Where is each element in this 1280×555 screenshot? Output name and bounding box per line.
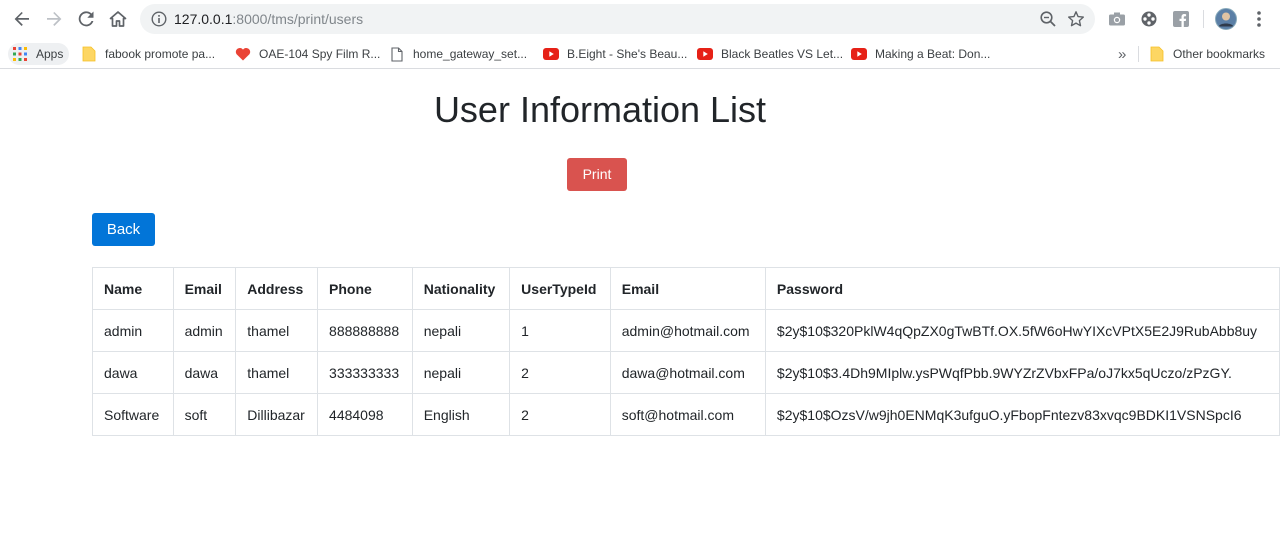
url-path: :8000/tms/print/users [232, 11, 364, 27]
bookmark-home-gateway[interactable]: home_gateway_set... [389, 43, 527, 65]
cell-address: Dillibazar [235, 393, 319, 436]
cell-email-user: admin [172, 309, 237, 352]
print-button[interactable]: Print [567, 158, 627, 191]
cell-name: Software [92, 393, 174, 436]
bookmark-label: B.Eight - She's Beau... [567, 47, 688, 61]
table-row: admin admin thamel 888888888 nepali 1 ad… [92, 309, 1280, 352]
column-header-password: Password [764, 267, 1280, 310]
bookmark-beight[interactable]: B.Eight - She's Beau... [543, 43, 687, 65]
bookmark-label: fabook promote pa... [105, 47, 216, 61]
column-header-address: Address [235, 267, 319, 310]
bookmarks-overflow-button[interactable]: » [1118, 43, 1126, 65]
cell-phone: 333333333 [317, 351, 413, 394]
youtube-icon [543, 46, 559, 62]
column-header-phone: Phone [317, 267, 413, 310]
heart-icon [235, 46, 251, 62]
cell-email: soft@hotmail.com [609, 393, 766, 436]
cell-usertypeid: 1 [509, 309, 611, 352]
bookmark-label: Making a Beat: Don... [875, 47, 991, 61]
apps-grid-icon [12, 46, 28, 62]
cell-usertypeid: 2 [509, 351, 611, 394]
cell-phone: 4484098 [317, 393, 413, 436]
page-icon [389, 46, 405, 62]
column-header-name: Name [92, 267, 174, 310]
back-arrow-icon[interactable] [10, 7, 34, 31]
cell-email-user: soft [172, 393, 237, 436]
cell-email: dawa@hotmail.com [609, 351, 766, 394]
bookmark-label: Other bookmarks [1173, 47, 1266, 61]
table-header-row: Name Email Address Phone Nationality Use… [92, 267, 1280, 310]
cell-address: thamel [235, 309, 319, 352]
bookmark-label: Black Beatles VS Let... [721, 47, 844, 61]
menu-dots-icon[interactable] [1248, 8, 1270, 30]
home-icon[interactable] [106, 7, 130, 31]
bookmark-apps[interactable]: Apps [8, 43, 70, 65]
users-table: Name Email Address Phone Nationality Use… [92, 267, 1280, 436]
cell-password: $2y$10$OzsV/w9jh0ENMqK3ufguO.yFbopFntezv… [764, 393, 1280, 436]
bookmark-making-a-beat[interactable]: Making a Beat: Don... [851, 43, 990, 65]
bookmark-black-beatles[interactable]: Black Beatles VS Let... [697, 43, 843, 65]
bookmark-label: home_gateway_set... [413, 47, 528, 61]
cell-password: $2y$10$320PklW4qQpZX0gTwBTf.OX.5fW6oHwYI… [764, 309, 1280, 352]
cell-phone: 888888888 [317, 309, 413, 352]
back-button[interactable]: Back [92, 213, 155, 246]
bookmark-fabook[interactable]: fabook promote pa... [81, 43, 215, 65]
cell-nationality: nepali [411, 351, 511, 394]
column-header-usertypeid: UserTypeId [509, 267, 611, 310]
profile-avatar[interactable] [1214, 7, 1238, 31]
column-header-email: Email [609, 267, 766, 310]
zoom-icon[interactable] [1039, 10, 1057, 33]
forward-arrow-icon[interactable] [42, 7, 66, 31]
reload-icon[interactable] [74, 7, 98, 31]
cell-email-user: dawa [172, 351, 237, 394]
bookmark-star-icon[interactable] [1067, 10, 1085, 33]
bookmarks-bar: Apps fabook promote pa... OAE-104 Spy Fi… [0, 38, 1280, 69]
folder-icon [1149, 46, 1165, 62]
facebook-extension-icon[interactable] [1170, 8, 1192, 30]
column-header-nationality: Nationality [411, 267, 511, 310]
table-row: dawa dawa thamel 333333333 nepali 2 dawa… [92, 351, 1280, 394]
cell-address: thamel [235, 351, 319, 394]
cell-name: dawa [92, 351, 174, 394]
cell-email: admin@hotmail.com [609, 309, 766, 352]
bookmark-other[interactable]: Other bookmarks [1149, 43, 1265, 65]
bookmark-label: Apps [36, 47, 64, 61]
cell-nationality: English [411, 393, 511, 436]
bookmarks-divider [1138, 46, 1139, 62]
bookmark-oae[interactable]: OAE-104 Spy Film R... [235, 43, 380, 65]
cell-name: admin [92, 309, 174, 352]
toolbar-divider [1203, 10, 1204, 28]
cell-password: $2y$10$3.4Dh9MIplw.ysPWqfPbb.9WYZrZVbxFP… [764, 351, 1280, 394]
url-text: 127.0.0.1:8000/tms/print/users [174, 11, 363, 27]
bookmark-label: OAE-104 Spy Film R... [259, 47, 381, 61]
url-host: 127.0.0.1 [174, 11, 233, 27]
address-bar[interactable]: 127.0.0.1:8000/tms/print/users [140, 4, 1095, 34]
table-row: Software soft Dillibazar 4484098 English… [92, 393, 1280, 436]
site-info-icon[interactable] [151, 11, 167, 32]
film-reel-extension-icon[interactable] [1138, 8, 1160, 30]
browser-toolbar: 127.0.0.1:8000/tms/print/users [0, 0, 1280, 38]
page-title: User Information List [433, 89, 767, 130]
column-header-email-user: Email [172, 267, 237, 310]
cell-nationality: nepali [411, 309, 511, 352]
camera-extension-icon[interactable] [1106, 8, 1128, 30]
youtube-icon [851, 46, 867, 62]
youtube-icon [697, 46, 713, 62]
cell-usertypeid: 2 [509, 393, 611, 436]
folder-icon [81, 46, 97, 62]
